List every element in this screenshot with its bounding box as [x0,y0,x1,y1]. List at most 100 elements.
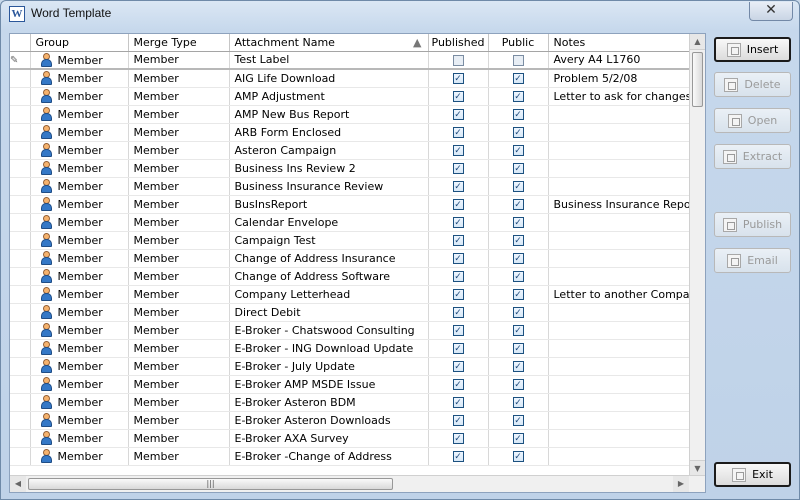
table-row[interactable]: Member Member ARB Form Enclosed ✓ ✓ [10,123,691,142]
public-checkbox-cell[interactable]: ✓ [488,249,549,268]
public-checkbox-cell[interactable]: ✓ [488,123,549,142]
horizontal-scroll-thumb[interactable]: ||| [28,478,393,490]
published-checkbox-cell[interactable]: ✓ [428,447,489,466]
public-checkbox-cell[interactable]: ✓ [488,393,549,412]
published-checkbox[interactable]: ✓ [452,433,464,444]
row-indicator[interactable] [10,141,31,160]
table-row[interactable]: Member Member E-Broker -Change of Address ✓… [10,447,691,466]
published-checkbox-cell[interactable]: ✓ [428,303,489,322]
published-checkbox-cell[interactable]: ✓ [428,159,489,178]
notes-cell[interactable] [548,123,691,142]
published-checkbox-cell[interactable]: ✓ [428,357,489,376]
merge-type-cell[interactable]: Member [128,411,230,430]
close-button[interactable]: ✕ [749,2,793,21]
delete-button[interactable]: Delete [714,72,791,97]
merge-type-cell[interactable]: Member [128,285,230,304]
merge-type-cell[interactable]: Member [128,105,230,124]
public-checkbox[interactable]: ✓ [512,235,524,246]
notes-cell[interactable] [548,105,691,124]
published-checkbox[interactable]: ✓ [452,451,464,462]
published-checkbox-cell[interactable]: ✓ [428,375,489,394]
merge-type-cell[interactable]: Member [128,321,230,340]
published-checkbox-cell[interactable]: ✓ [428,69,489,88]
row-indicator[interactable] [10,267,31,286]
group-cell[interactable]: Member [30,267,129,286]
merge-type-cell[interactable]: Member [128,195,230,214]
table-row[interactable]: Member Member AIG Life Download ✓ ✓ Problem 5… [10,69,691,88]
public-checkbox[interactable]: ✓ [512,217,524,228]
published-checkbox[interactable]: ✓ [452,397,464,408]
group-cell[interactable]: Member [30,87,129,106]
attachment-name-cell[interactable]: Test Label [229,51,429,70]
attachment-name-cell[interactable]: Company Letterhead [229,285,429,304]
group-cell[interactable]: Member [30,177,129,196]
attachment-name-cell[interactable]: Change of Address Software [229,267,429,286]
table-row[interactable]: Member Member Change of Address Software ✓ ✓ [10,267,691,286]
published-checkbox[interactable]: ✓ [452,289,464,300]
public-checkbox-cell[interactable]: ✓ [488,447,549,466]
row-indicator[interactable] [10,159,31,178]
public-checkbox-cell[interactable]: ✓ [488,231,549,250]
table-row[interactable]: Member Member E-Broker AMP MSDE Issue ✓ ✓ [10,375,691,394]
notes-cell[interactable] [548,213,691,232]
public-checkbox-cell[interactable]: ✓ [488,321,549,340]
table-row[interactable]: Member Member Direct Debit ✓ ✓ [10,303,691,322]
attachment-name-cell[interactable]: E-Broker - Chatswood Consulting [229,321,429,340]
row-indicator[interactable] [10,429,31,448]
merge-type-cell[interactable]: Member [128,141,230,160]
merge-type-cell[interactable]: Member [128,87,230,106]
notes-cell[interactable] [548,339,691,358]
public-checkbox-cell[interactable]: ✓ [488,339,549,358]
public-checkbox[interactable]: ✓ [512,361,524,372]
attachment-name-cell[interactable]: Calendar Envelope [229,213,429,232]
vertical-scrollbar[interactable]: ▲ ▼ [689,34,705,476]
merge-type-cell[interactable]: Member [128,393,230,412]
public-checkbox[interactable]: ✓ [512,379,524,390]
published-checkbox[interactable]: ✓ [452,145,464,156]
table-row-new[interactable]: ✎ Member Member Test Label Avery A4 L1760 [10,51,691,70]
public-checkbox-cell[interactable]: ✓ [488,177,549,196]
public-checkbox-cell[interactable]: ✓ [488,267,549,286]
attachment-name-cell[interactable]: Campaign Test [229,231,429,250]
notes-cell[interactable]: Letter to ask for changes to A [548,87,691,106]
table-row[interactable]: Member Member Calendar Envelope ✓ ✓ [10,213,691,232]
column-header-notes[interactable]: Notes [548,34,691,52]
public-checkbox[interactable]: ✓ [512,199,524,210]
exit-button[interactable]: Exit [714,462,791,487]
table-row[interactable]: Member Member Change of Address Insurance ✓… [10,249,691,268]
table-row[interactable]: Member Member E-Broker - July Update ✓ ✓ [10,357,691,376]
row-indicator[interactable] [10,411,31,430]
published-checkbox-cell[interactable]: ✓ [428,123,489,142]
published-checkbox[interactable]: ✓ [452,181,464,192]
public-checkbox-cell[interactable]: ✓ [488,159,549,178]
attachment-name-cell[interactable]: E-Broker Asteron Downloads [229,411,429,430]
table-row[interactable]: Member Member E-Broker Asteron BDM ✓ ✓ [10,393,691,412]
published-checkbox[interactable]: ✓ [452,73,464,85]
open-button[interactable]: Open [714,108,791,133]
published-checkbox-cell[interactable]: ✓ [428,231,489,250]
attachment-name-cell[interactable]: Business Insurance Review [229,177,429,196]
scroll-up-icon[interactable]: ▲ [690,34,705,50]
published-checkbox[interactable]: ✓ [452,307,464,318]
table-row[interactable]: Member Member Business Ins Review 2 ✓ ✓ [10,159,691,178]
public-checkbox-cell[interactable]: ✓ [488,303,549,322]
merge-type-cell[interactable]: Member [128,303,230,322]
merge-type-cell[interactable]: Member [128,267,230,286]
table-row[interactable]: Member Member Company Letterhead ✓ ✓ Letter t… [10,285,691,304]
notes-cell[interactable]: Problem 5/2/08 [548,69,691,88]
horizontal-scrollbar[interactable]: ◀ ||| ▶ [10,475,705,492]
public-checkbox-cell[interactable] [488,51,549,70]
group-cell[interactable]: Member [30,213,129,232]
column-header-group[interactable]: Group [30,34,129,52]
public-checkbox-cell[interactable]: ✓ [488,375,549,394]
attachment-name-cell[interactable]: AMP Adjustment [229,87,429,106]
row-indicator[interactable] [10,285,31,304]
group-cell[interactable]: Member [30,429,129,448]
published-checkbox-cell[interactable]: ✓ [428,105,489,124]
public-checkbox-cell[interactable]: ✓ [488,87,549,106]
published-checkbox-cell[interactable]: ✓ [428,213,489,232]
published-checkbox-cell[interactable]: ✓ [428,411,489,430]
public-checkbox[interactable]: ✓ [512,73,524,85]
public-checkbox[interactable] [512,54,524,66]
insert-button[interactable]: Insert [714,37,791,62]
